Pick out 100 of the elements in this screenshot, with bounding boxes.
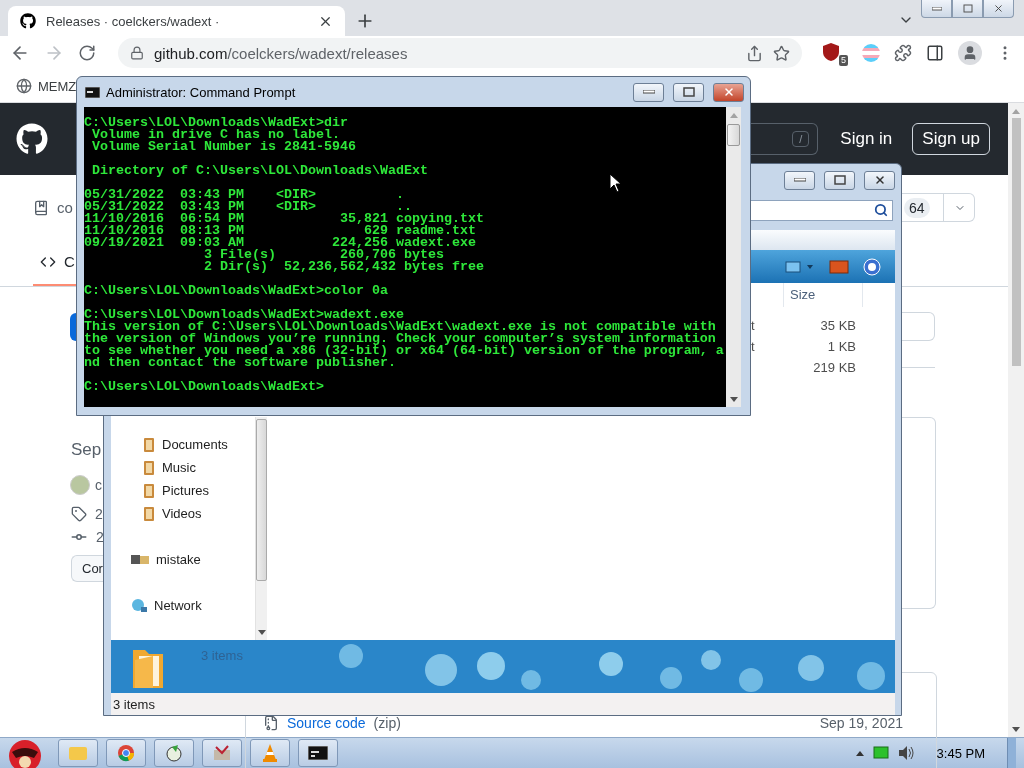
address-bar[interactable]: github.com/coelckers/wadext/releases <box>118 38 802 68</box>
sign-up-button[interactable]: Sign up <box>912 123 990 155</box>
sign-in-link[interactable]: Sign in <box>840 129 893 149</box>
console-line: C:\Users\LOL\Downloads\WadExt> <box>84 381 325 393</box>
share-icon[interactable] <box>746 44 763 62</box>
reload-icon[interactable] <box>78 44 96 62</box>
console-line: nd then contact the software publisher. <box>84 357 397 369</box>
window-title: Administrator: Command Prompt <box>106 84 296 100</box>
console-line: 11/10/2016 06:54 PM 35,821 copying.txt <box>84 213 485 225</box>
image-icon <box>212 744 232 762</box>
scrollbar[interactable] <box>1008 103 1024 737</box>
bookmark[interactable]: MEMZ <box>38 78 77 94</box>
column-header[interactable]: Size <box>783 283 863 307</box>
maximize-button[interactable] <box>673 82 704 102</box>
counter: 64 <box>904 197 930 218</box>
file-name: t <box>751 339 755 354</box>
minimize-button[interactable] <box>633 82 664 102</box>
console-line: C:\Users\LOL\Downloads\WadExt>wadext.exe <box>84 309 404 321</box>
search-icon <box>874 203 888 217</box>
primary-button[interactable] <box>70 313 76 341</box>
nav-label[interactable]: Videos <box>162 506 202 521</box>
side-panel-icon[interactable] <box>926 44 944 62</box>
folder-icon <box>142 459 156 476</box>
logo-icon <box>20 13 36 29</box>
close-button[interactable] <box>864 170 895 190</box>
close-button[interactable] <box>983 0 1014 18</box>
minimize-icon <box>931 6 942 11</box>
view-icon[interactable] <box>785 259 815 274</box>
console-line: 2 Dir(s) 52,236,562,432 bytes free <box>202 261 485 273</box>
scrollbar[interactable] <box>726 107 741 407</box>
console-line: Volume Serial Number is 2841-5946 <box>91 141 357 153</box>
taskbar-button[interactable] <box>298 739 338 767</box>
zip-icon <box>263 715 279 731</box>
minimize-button[interactable] <box>784 170 815 190</box>
star-icon[interactable] <box>773 44 790 62</box>
nav-item[interactable]: Music <box>111 456 255 479</box>
disc-icon <box>164 743 184 763</box>
help-icon[interactable] <box>863 257 881 276</box>
file-size: 219 KB <box>812 360 856 375</box>
console-line: to see whether you need a x86 (32-bit) or x64 (64-bit) version of the program, a <box>84 345 725 357</box>
tab-underline <box>33 284 76 286</box>
browser-icon <box>117 744 135 762</box>
speaker-icon[interactable] <box>896 745 915 761</box>
commit-hash[interactable]: 2 <box>96 529 104 545</box>
tag-name[interactable]: 2 <box>95 506 103 522</box>
tag-icon <box>71 506 87 522</box>
nav-item[interactable]: Videos <box>111 502 255 525</box>
maximize-icon <box>833 175 846 185</box>
console-line: 11/10/2016 08:13 PM 629 readme.txt <box>84 225 476 237</box>
minimize-icon <box>642 90 655 94</box>
close-icon <box>722 86 735 98</box>
maximize-icon <box>682 87 695 97</box>
file-type: (zip) <box>373 715 401 731</box>
console-line: 3 File(s) 260,706 bytes <box>202 249 445 261</box>
release-date: Sep <box>71 440 102 460</box>
profile-icon[interactable] <box>958 41 982 65</box>
restore-icon <box>962 4 973 13</box>
compare-button[interactable]: Cor <box>71 555 103 582</box>
console-line: Directory of C:\Users\LOL\Downloads\WadExt <box>91 165 429 177</box>
minimize-button[interactable] <box>921 0 952 18</box>
code-tab[interactable]: C <box>64 253 75 270</box>
console-icon <box>308 746 328 760</box>
maximize-button[interactable] <box>824 170 855 190</box>
search-field[interactable] <box>751 199 893 221</box>
folder-icon <box>142 436 156 453</box>
minimize-icon <box>793 178 806 182</box>
console-line: This version of C:\Users\LOL\Downloads\WadExt\wadext.exe is not compatible with <box>84 321 717 333</box>
extensions-icon[interactable] <box>894 44 912 62</box>
nav-label[interactable]: Music <box>162 460 196 475</box>
close-button[interactable] <box>713 82 744 102</box>
file-size: 1 KB <box>826 339 856 354</box>
nav-label[interactable]: Network <box>154 598 202 613</box>
console-line: C:\Users\LOL\Downloads\WadExt>color 0a <box>84 285 389 297</box>
file-name: t <box>751 318 755 333</box>
source-code-link[interactable]: Source code <box>287 715 366 731</box>
author-name[interactable]: c <box>95 477 102 493</box>
file-size: 35 KB <box>819 318 856 333</box>
browser-tab[interactable]: Releases · coelckers/wadext · <box>8 6 345 36</box>
console-line: the version of Windows you’re running. Check your computer’s system information <box>84 333 717 345</box>
nav-item[interactable]: Documents <box>111 433 255 456</box>
tray-arrow-icon[interactable] <box>854 749 865 757</box>
nav-label[interactable]: Pictures <box>162 483 209 498</box>
watch-button[interactable]: 64 <box>902 193 975 222</box>
nav-item[interactable]: mistake <box>111 548 255 571</box>
console-line: C:\Users\LOL\Downloads\WadExt>dir <box>84 117 349 129</box>
console-line: Volume in drive C has no label. <box>91 129 340 141</box>
scrollbar[interactable] <box>255 417 267 640</box>
lock-icon <box>130 46 144 60</box>
repo-icon <box>33 199 49 216</box>
nav-label[interactable]: Documents <box>162 437 228 452</box>
nav-label[interactable]: mistake <box>156 552 201 567</box>
nav-item[interactable]: Pictures <box>111 479 255 502</box>
logo-icon[interactable] <box>16 123 48 155</box>
restore-button[interactable] <box>952 0 983 18</box>
folder-icon <box>142 482 156 499</box>
console-line: 05/31/2022 03:43 PM <DIR> . <box>84 189 405 201</box>
repo-name[interactable]: co <box>57 199 73 216</box>
globe-icon[interactable] <box>16 78 32 94</box>
nav-item[interactable]: Network <box>111 594 255 617</box>
asset-date: Sep 19, 2021 <box>819 715 903 731</box>
